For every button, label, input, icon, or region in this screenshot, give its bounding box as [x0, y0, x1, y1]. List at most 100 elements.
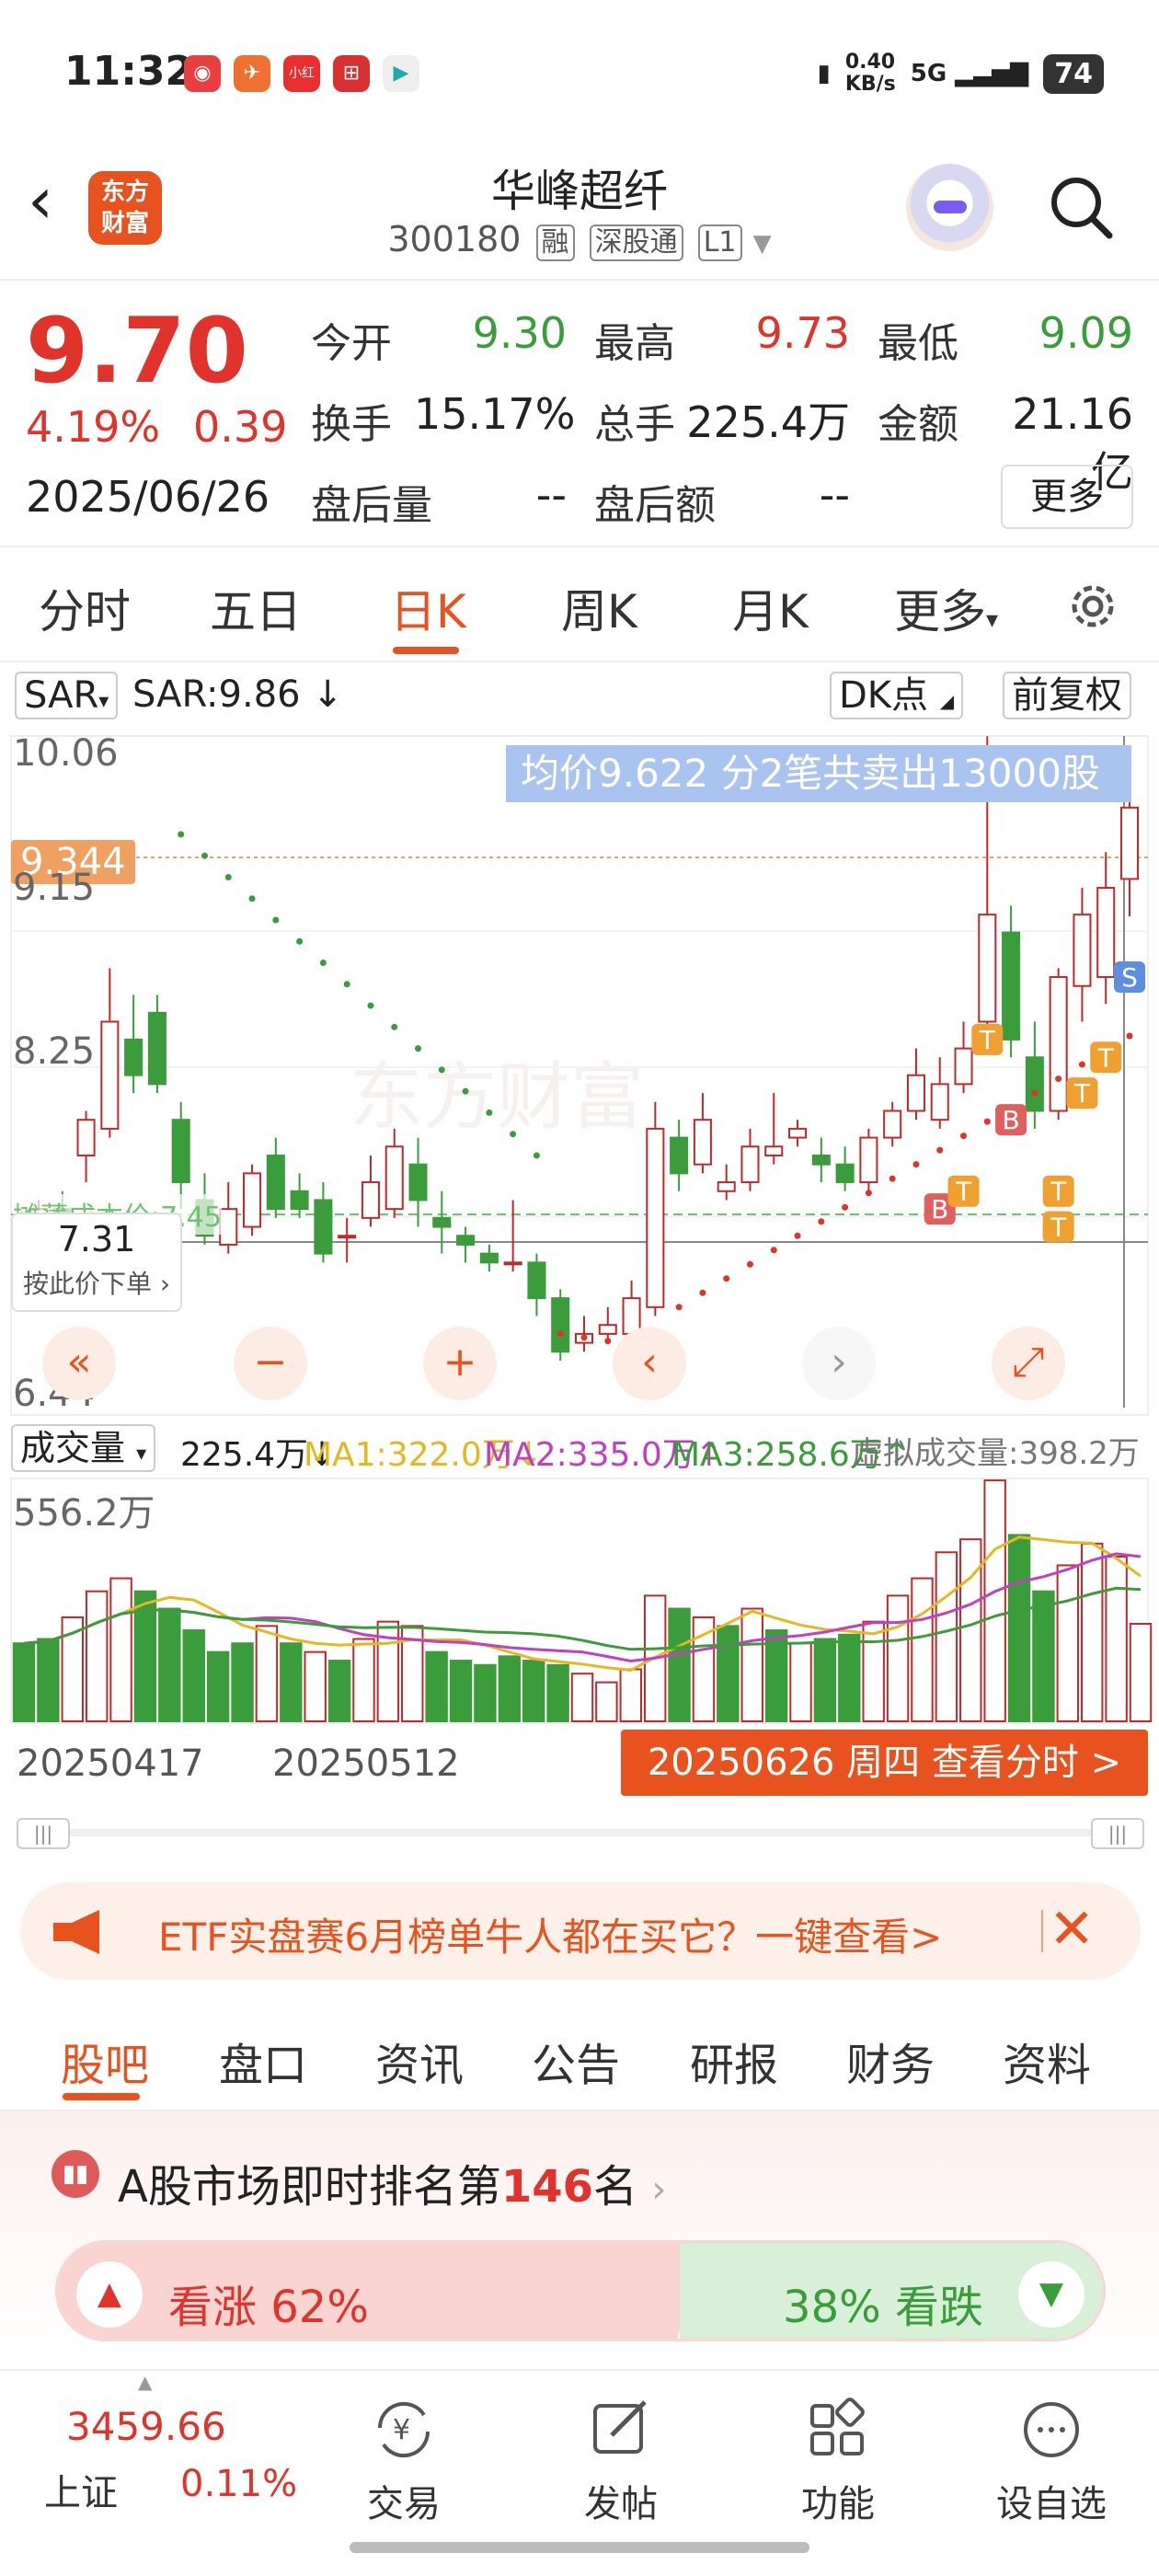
- scroll-left-button[interactable]: ‹: [613, 1327, 686, 1400]
- tab-research[interactable]: 研报: [690, 2029, 778, 2093]
- volume-bar: [304, 1650, 327, 1722]
- sar-dot: [319, 960, 327, 967]
- tab-weekly-k[interactable]: 周K: [561, 575, 637, 641]
- sar-dot: [462, 1087, 469, 1095]
- watermark: 东方财富: [350, 1054, 644, 1140]
- candle: [266, 1154, 285, 1211]
- adjust-button[interactable]: 前复权: [1003, 672, 1131, 719]
- sar-dot: [983, 1118, 991, 1125]
- fullscreen-expand-icon[interactable]: ⤢: [992, 1327, 1065, 1400]
- volume-bar: [570, 1673, 594, 1723]
- tab-news[interactable]: 资讯: [375, 2029, 464, 2093]
- zoom-in-button[interactable]: +: [423, 1327, 497, 1400]
- volume-bar: [1007, 1534, 1031, 1722]
- trade-marker-label: S: [1121, 962, 1138, 993]
- trade-marker-label: B: [1002, 1105, 1019, 1135]
- settings-gear-icon[interactable]: [1063, 577, 1122, 636]
- nav-trade[interactable]: ¥ 交易: [335, 2387, 473, 2527]
- volume-bar: [474, 1663, 497, 1722]
- indicator-selector[interactable]: SAR▾: [15, 672, 119, 719]
- trade-marker-label: B: [931, 1194, 948, 1225]
- nav-functions[interactable]: 功能: [769, 2387, 907, 2527]
- sar-dot: [510, 1131, 517, 1138]
- sar-dot: [770, 1247, 777, 1254]
- tab-profile[interactable]: 资料: [1003, 2029, 1091, 2093]
- sar-dot: [675, 1304, 683, 1311]
- sar-dot: [248, 895, 256, 903]
- period-tabs: 分时 五日 日K 周K 月K 更多▾: [0, 547, 1159, 662]
- scroll-handle-left[interactable]: |||: [17, 1818, 70, 1849]
- candlestick-plot[interactable]: 东方财富 BTTBTTTTS: [0, 727, 1159, 1417]
- order-price: 7.31: [57, 1219, 136, 1259]
- candle: [147, 1011, 166, 1086]
- chevron-right-icon: ›: [651, 2168, 667, 2211]
- candle: [1073, 914, 1092, 987]
- tab-announcements[interactable]: 公告: [532, 2029, 620, 2093]
- sar-dot: [746, 1260, 753, 1268]
- assistant-avatar[interactable]: [906, 164, 993, 251]
- tag-connect: 深股通: [589, 224, 683, 261]
- tab-guba[interactable]: 股吧: [61, 2029, 149, 2093]
- y-label-2: 9.15: [13, 867, 96, 909]
- kline-chart[interactable]: SAR▾ SAR:9.86 ↓ DK点 ◢ 前复权 东方财富 BTTBTTTTS…: [0, 662, 1159, 1822]
- view-intraday-button[interactable]: 20250626 周四 查看分时 >: [621, 1730, 1148, 1796]
- more-quote-button[interactable]: 更多: [1001, 465, 1133, 529]
- candle: [906, 1074, 925, 1112]
- vote-up-button[interactable]: ▲: [76, 2261, 143, 2328]
- tab-more[interactable]: 更多▾: [894, 575, 998, 641]
- sar-dot: [343, 981, 350, 988]
- zoom-out-button[interactable]: −: [234, 1327, 307, 1400]
- volume-bar: [813, 1638, 837, 1722]
- high-value: 9.73: [755, 308, 850, 358]
- app-notification-icon: ✈: [234, 55, 270, 92]
- candle: [384, 1145, 404, 1211]
- candle: [314, 1199, 333, 1255]
- trade-marker-label: T: [955, 1177, 972, 1207]
- tab-daily-k[interactable]: 日K: [390, 575, 466, 641]
- sar-dot: [1055, 1075, 1062, 1083]
- tab-financials[interactable]: 财务: [846, 2029, 935, 2093]
- volume-bar: [182, 1629, 205, 1722]
- volume-bar: [158, 1607, 181, 1723]
- stock-header: ‹ 东方 财富 华峰超纤 300180 融 深股通 L1 ▼: [0, 147, 1159, 281]
- candle: [100, 1020, 120, 1130]
- after-hours-amount-label: 盘后额: [594, 482, 716, 529]
- index-change: 0.11%: [180, 2463, 298, 2505]
- volume-bar: [595, 1681, 618, 1722]
- scroll-right-button[interactable]: ›: [802, 1327, 876, 1400]
- volume-selector[interactable]: 成交量 ▾: [11, 1424, 156, 1472]
- chevron-down-icon: ▾: [986, 606, 999, 634]
- tab-five-day[interactable]: 五日: [210, 575, 302, 641]
- jump-start-button[interactable]: «: [42, 1327, 116, 1400]
- search-icon[interactable]: [1049, 175, 1113, 239]
- index-value[interactable]: 3459.66: [66, 2404, 226, 2449]
- volume-label: 总手: [594, 401, 675, 448]
- close-icon[interactable]: ✕: [1049, 1899, 1095, 1960]
- tab-order-book[interactable]: 盘口: [219, 2029, 307, 2093]
- candle: [954, 1047, 973, 1086]
- open-label: 今开: [311, 320, 392, 367]
- sar-dot: [960, 1133, 968, 1140]
- trade-marker-label: T: [1073, 1078, 1091, 1109]
- nav-watchlist[interactable]: 设自选: [982, 2387, 1120, 2527]
- chart-scroll-track[interactable]: [18, 1829, 1141, 1836]
- vote-down-button[interactable]: ▼: [1018, 2261, 1084, 2328]
- nav-post[interactable]: 发帖: [552, 2387, 690, 2527]
- bullish-area[interactable]: [58, 2243, 702, 2339]
- volume-plot[interactable]: [0, 1477, 1159, 1730]
- promo-banner[interactable]: ETF实盘赛6月榜单牛人都在买它？一键查看> ✕: [20, 1882, 1141, 1980]
- ranking-text[interactable]: A股市场即时排名第146名 ›: [118, 2150, 666, 2214]
- home-indicator: [350, 2542, 809, 2553]
- order-at-price-button[interactable]: 7.31 按此价下单 ›: [11, 1213, 182, 1312]
- sar-dot: [699, 1289, 706, 1296]
- dk-point-button[interactable]: DK点 ◢: [830, 672, 964, 719]
- after-hours-volume-value: --: [535, 470, 567, 520]
- chevron-down-icon: ▼: [752, 230, 772, 258]
- tab-monthly-k[interactable]: 月K: [732, 575, 809, 641]
- low-value: 9.09: [1039, 308, 1133, 358]
- status-indicators: ▮ 0.40 KB/s 5G ▂▃▅▇ 74: [818, 52, 1104, 96]
- order-label: 按此价下单: [22, 1269, 152, 1299]
- date-label-left: 20250417: [17, 1742, 204, 1785]
- tab-intraday[interactable]: 分时: [39, 575, 131, 641]
- scroll-handle-right[interactable]: |||: [1091, 1818, 1144, 1849]
